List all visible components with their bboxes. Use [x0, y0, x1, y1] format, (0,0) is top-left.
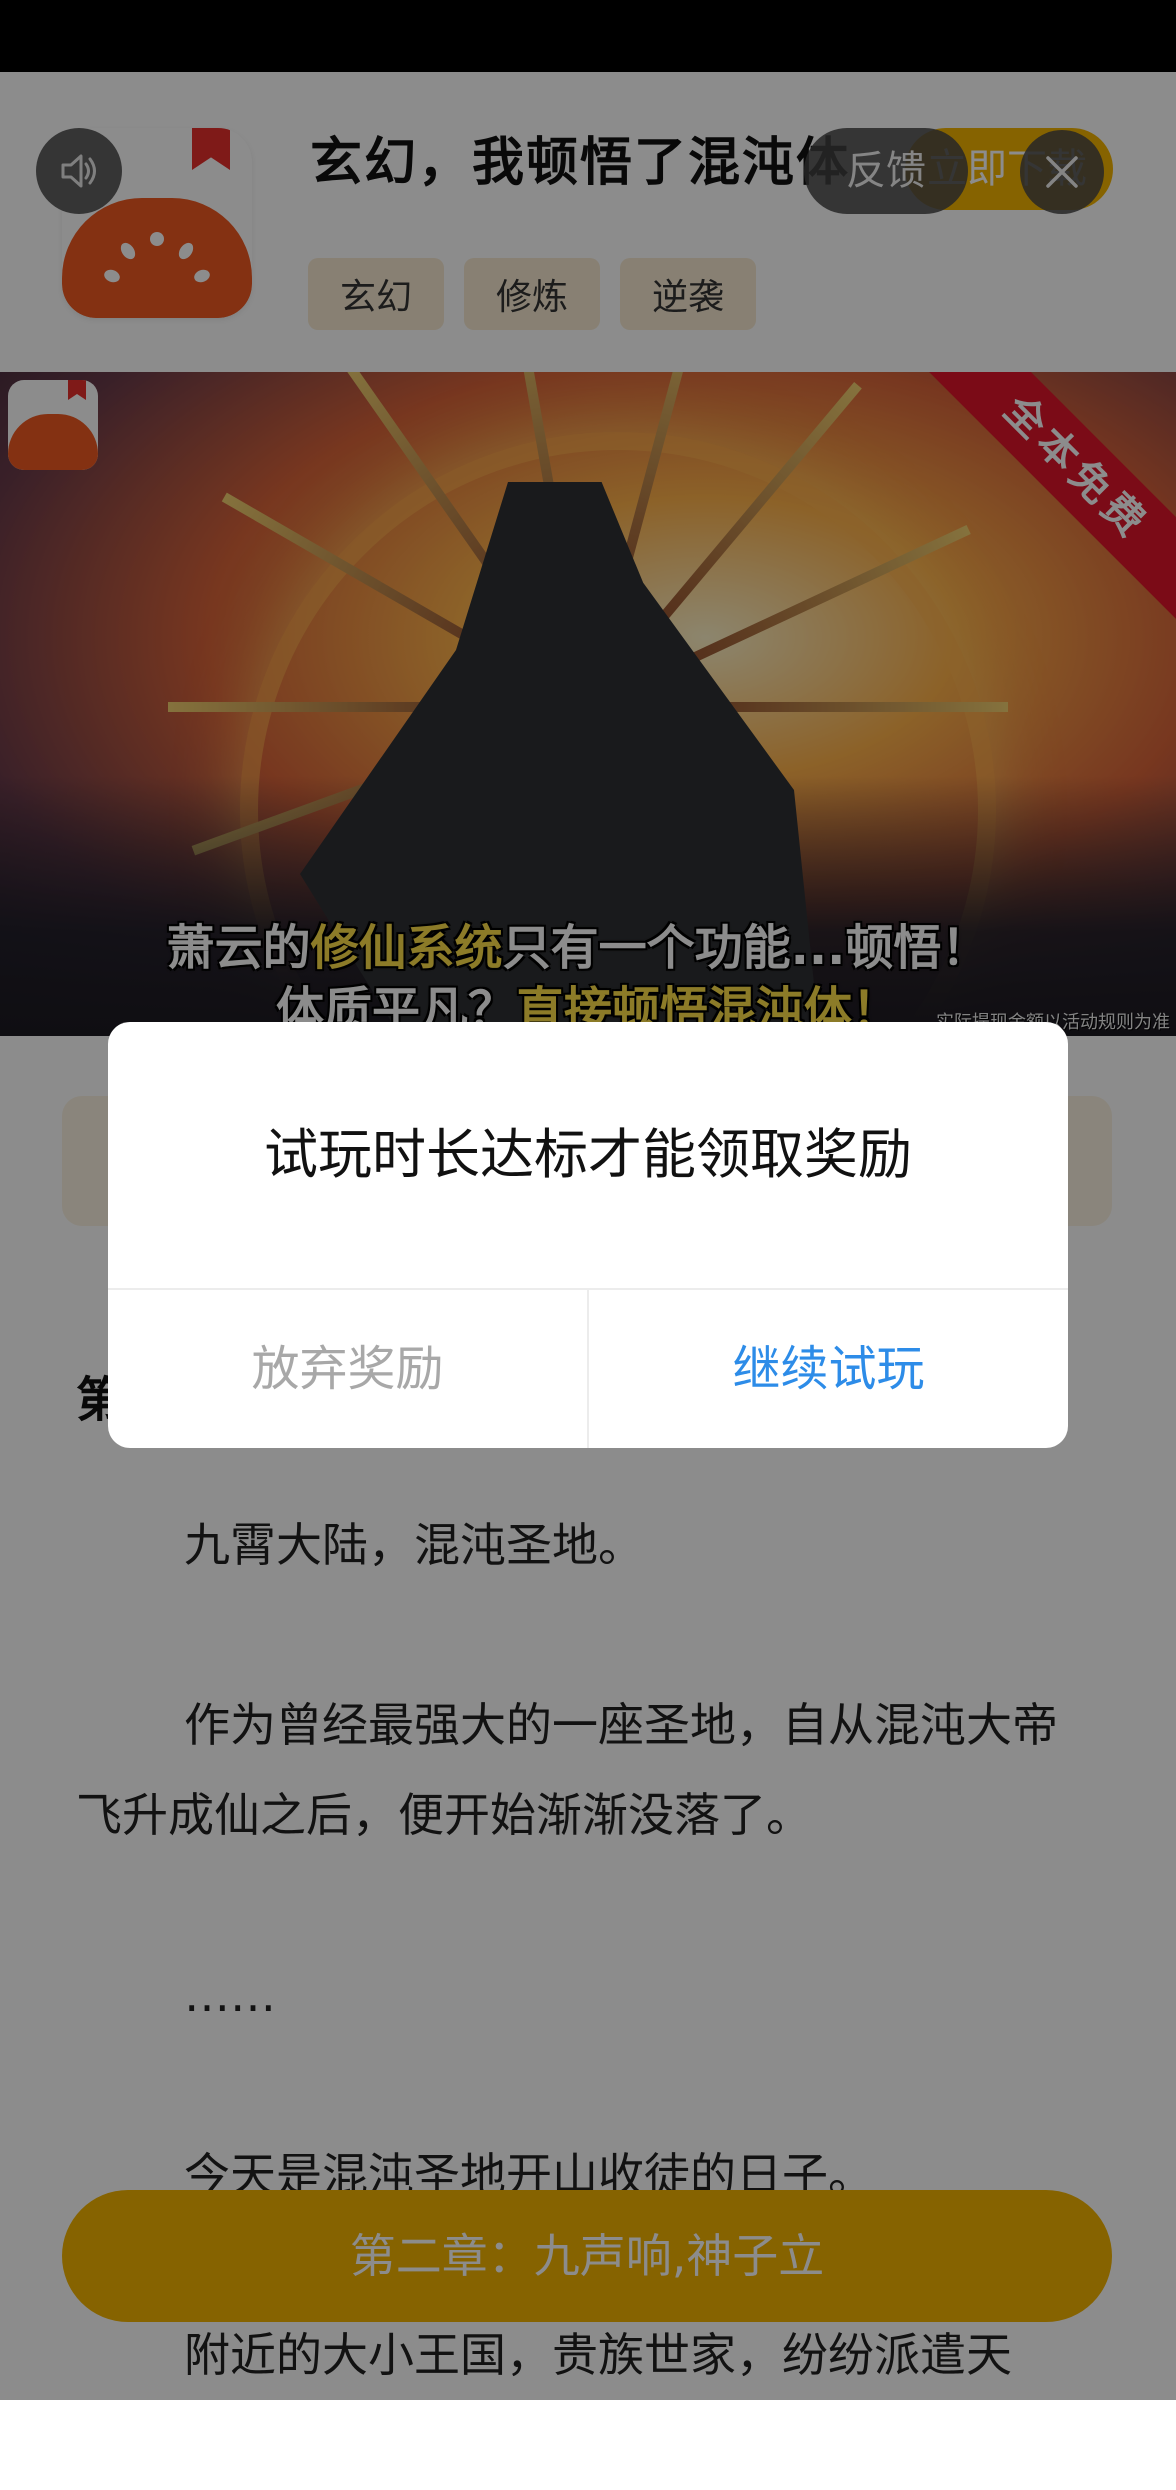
- abandon-reward-button[interactable]: 放弃奖励: [108, 1290, 587, 1448]
- dialog-message: 试玩时长达标才能领取奖励: [264, 1123, 912, 1186]
- continue-trial-button[interactable]: 继续试玩: [589, 1290, 1068, 1448]
- status-bar: [0, 0, 1176, 72]
- reward-dialog: 试玩时长达标才能领取奖励 放弃奖励 继续试玩: [108, 1022, 1068, 1448]
